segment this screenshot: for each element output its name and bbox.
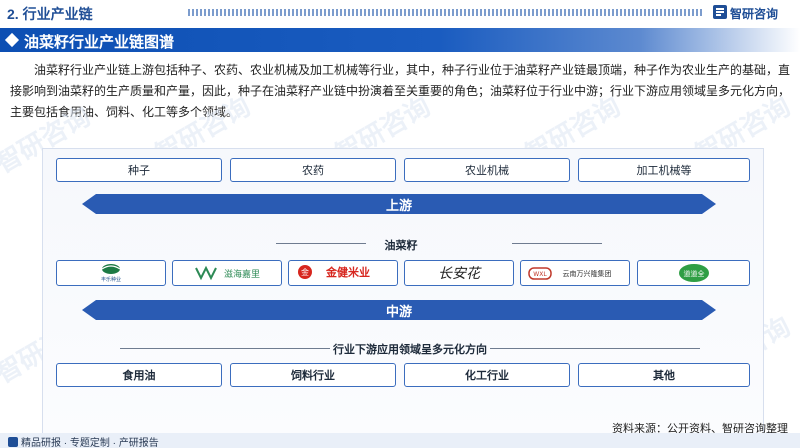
diamond-icon xyxy=(4,32,20,48)
company-logo-label: 云南万兴隆集团 xyxy=(563,269,612,278)
daodaoquan-logo-icon: 道道全 xyxy=(678,264,709,282)
company-logo-label: 道道全 xyxy=(683,269,704,278)
upstream-item-processing-machinery: 加工机械等 xyxy=(578,158,750,182)
company-logo-label: 金健米业 xyxy=(325,265,370,279)
company-logo-daodaoquan: 道道全 xyxy=(637,260,750,286)
midstream-band: 中游 xyxy=(96,300,702,320)
page-title: 油菜籽行业产业链图谱 xyxy=(24,34,175,51)
header-stripe xyxy=(188,9,704,16)
divider-line xyxy=(490,348,700,349)
divider-line xyxy=(276,243,366,244)
downstream-item-chemical: 化工行业 xyxy=(404,363,570,387)
jinjian-logo-icon: 金 金健米业 xyxy=(298,265,370,279)
downstream-title: 行业下游应用领域呈多元化方向 xyxy=(333,344,487,356)
company-logo-jinjian: 金 金健米业 xyxy=(288,260,398,286)
company-logo-yihai-kerry: 滋海嘉里 xyxy=(172,260,282,286)
divider-line xyxy=(512,243,602,244)
title-banner: 油菜籽行业产业链图谱 xyxy=(0,28,800,52)
yihai-kerry-logo-icon: 滋海嘉里 xyxy=(195,265,260,281)
company-logo-label: 长安花 xyxy=(438,266,482,282)
report-icon xyxy=(8,437,18,447)
company-logo-changanhua: 长安花 xyxy=(404,260,514,286)
section-title: 2. 行业产业链 xyxy=(7,6,93,22)
industry-chain-diagram xyxy=(42,148,764,437)
wanxinglong-logo-icon: WXL 云南万兴隆集团 xyxy=(528,267,612,280)
fengle-logo-icon: 丰乐种业 xyxy=(101,264,121,283)
divider-line xyxy=(120,348,330,349)
intro-paragraph: 油菜籽行业产业链上游包括种子、农药、农业机械及加工机械等行业，其中，种子行业位于… xyxy=(10,63,791,119)
footer-tagline: 精品研报 · 专题定制 · 产研报告 xyxy=(8,434,159,448)
brand-logo-icon xyxy=(713,5,727,19)
company-logo-label: 滋海嘉里 xyxy=(224,268,260,279)
company-logo-fengle: 丰乐种业 xyxy=(56,260,166,286)
company-logo-wanxinglong: WXL 云南万兴隆集团 xyxy=(520,260,630,286)
footer-tagline-text: 精品研报 · 专题定制 · 产研报告 xyxy=(21,438,159,448)
midstream-title: 油菜籽 xyxy=(384,240,418,252)
downstream-item-edible-oil: 食用油 xyxy=(56,363,222,387)
brand-logo-text: 智研咨询 xyxy=(730,7,779,21)
downstream-item-feed: 饲料行业 xyxy=(230,363,396,387)
upstream-item-pesticide: 农药 xyxy=(230,158,396,182)
svg-text:WXL: WXL xyxy=(533,271,547,278)
upstream-item-agri-machinery: 农业机械 xyxy=(404,158,570,182)
upstream-band: 上游 xyxy=(96,194,702,214)
page-header: 2. 行业产业链 智研咨询 xyxy=(0,0,800,25)
downstream-item-other: 其他 xyxy=(578,363,750,387)
upstream-item-seed: 种子 xyxy=(56,158,222,182)
svg-text:金: 金 xyxy=(301,267,309,277)
company-logo-label: 丰乐种业 xyxy=(101,276,121,283)
changanhua-logo-icon: 长安花 xyxy=(438,266,482,282)
